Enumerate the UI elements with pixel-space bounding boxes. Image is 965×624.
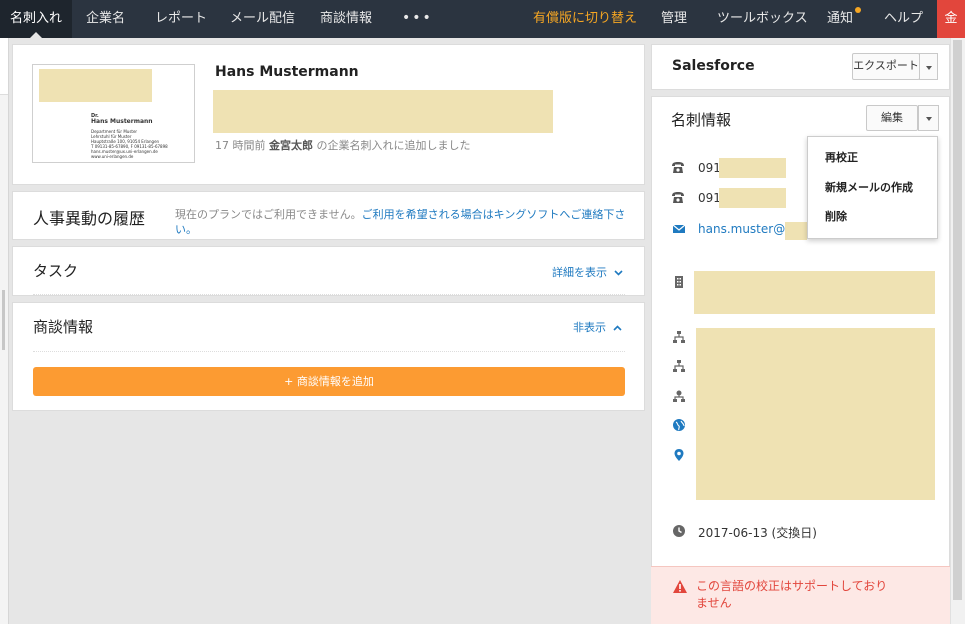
location-pin-icon [674, 449, 684, 461]
redacted-logo [39, 69, 152, 102]
deal-title: 商談情報 [33, 318, 94, 336]
redacted-company-info [213, 90, 553, 133]
export-dropdown-caret[interactable] [919, 53, 938, 80]
nav-item-deals[interactable]: 商談情報 [320, 0, 372, 38]
mail-icon [672, 224, 686, 233]
nav-upgrade-link[interactable]: 有償版に切り替え [533, 0, 637, 38]
warning-icon [673, 580, 687, 593]
task-divider [33, 294, 625, 295]
left-panel-header [0, 38, 8, 95]
deal-divider [33, 351, 625, 352]
nav-item-notifications[interactable]: 通知 [827, 0, 853, 38]
contact-name: Hans Mustermann [215, 64, 359, 80]
salesforce-title: Salesforce [672, 58, 755, 74]
added-by-user: 金宮太郎 [269, 139, 313, 152]
user-avatar[interactable]: 金 [937, 0, 965, 38]
added-info: 17 時間前 金宮太郎 の企業名刺入れに追加しました [215, 139, 471, 152]
business-card-text: Dr. Hans Mustermann Department für Muste… [91, 113, 168, 159]
chevron-up-icon [612, 325, 622, 331]
history-note: 現在のプランではご利用できません。ご利用を希望される場合はキングソフトへご連絡下… [175, 208, 626, 236]
task-title: タスク [33, 262, 79, 280]
edit-button[interactable]: 編集 [866, 105, 918, 131]
export-button[interactable]: エクスポート [852, 53, 920, 80]
menu-item-recorrect[interactable]: 再校正 [825, 149, 858, 165]
menu-item-new-mail[interactable]: 新規メールの作成 [825, 179, 913, 195]
notification-badge [855, 7, 861, 13]
email-link[interactable]: hans.muster@ [698, 222, 785, 236]
left-panel-scrollbar[interactable] [2, 290, 5, 350]
position-icon [673, 390, 685, 402]
nav-item-mail-delivery[interactable]: メール配信 [230, 0, 295, 38]
edit-dropdown-caret[interactable] [918, 105, 939, 131]
nav-more-menu[interactable]: ••• [402, 0, 433, 38]
page-scrollbar-thumb[interactable] [953, 40, 962, 600]
department-icon [673, 331, 685, 343]
building-icon [675, 276, 683, 288]
card-info-title: 名刺情報 [671, 111, 732, 129]
nav-item-companies[interactable]: 企業名 [86, 0, 125, 38]
redacted-address-details [696, 328, 935, 500]
redacted-email [785, 222, 807, 240]
exchange-date: 2017-06-13 (交換日) [698, 526, 817, 540]
phone-icon [672, 162, 684, 173]
nav-item-reports[interactable]: レポート [155, 0, 207, 38]
top-nav-bar [0, 0, 965, 38]
nav-item-help[interactable]: ヘルプ [884, 0, 923, 38]
chevron-down-icon [613, 270, 623, 276]
redacted-phone-2 [719, 188, 786, 208]
phone-number-1[interactable]: 091 [698, 161, 721, 175]
menu-item-delete[interactable]: 削除 [825, 208, 847, 224]
nav-item-toolbox[interactable]: ツールボックス [717, 0, 808, 38]
deal-hide-toggle[interactable]: 非表示 [573, 319, 622, 335]
nav-item-business-cards[interactable]: 名刺入れ [0, 0, 72, 38]
phone-number-2[interactable]: 091 [698, 191, 721, 205]
nav-item-admin[interactable]: 管理 [661, 0, 687, 38]
globe-icon [673, 419, 685, 431]
language-warning-text: この言語の校正はサポートしておりません [696, 579, 888, 610]
history-title: 人事異動の履歴 [33, 209, 146, 228]
phone-icon [672, 192, 684, 203]
add-deal-button[interactable]: + 商談情報を追加 [33, 367, 625, 396]
clock-icon [673, 525, 685, 537]
task-show-details-toggle[interactable]: 詳細を表示 [552, 264, 623, 280]
business-card-image[interactable]: Dr. Hans Mustermann Department für Muste… [32, 64, 195, 163]
redacted-company-name [694, 271, 935, 314]
division-icon [673, 360, 685, 372]
redacted-phone-1 [719, 158, 786, 178]
task-card [12, 246, 645, 296]
